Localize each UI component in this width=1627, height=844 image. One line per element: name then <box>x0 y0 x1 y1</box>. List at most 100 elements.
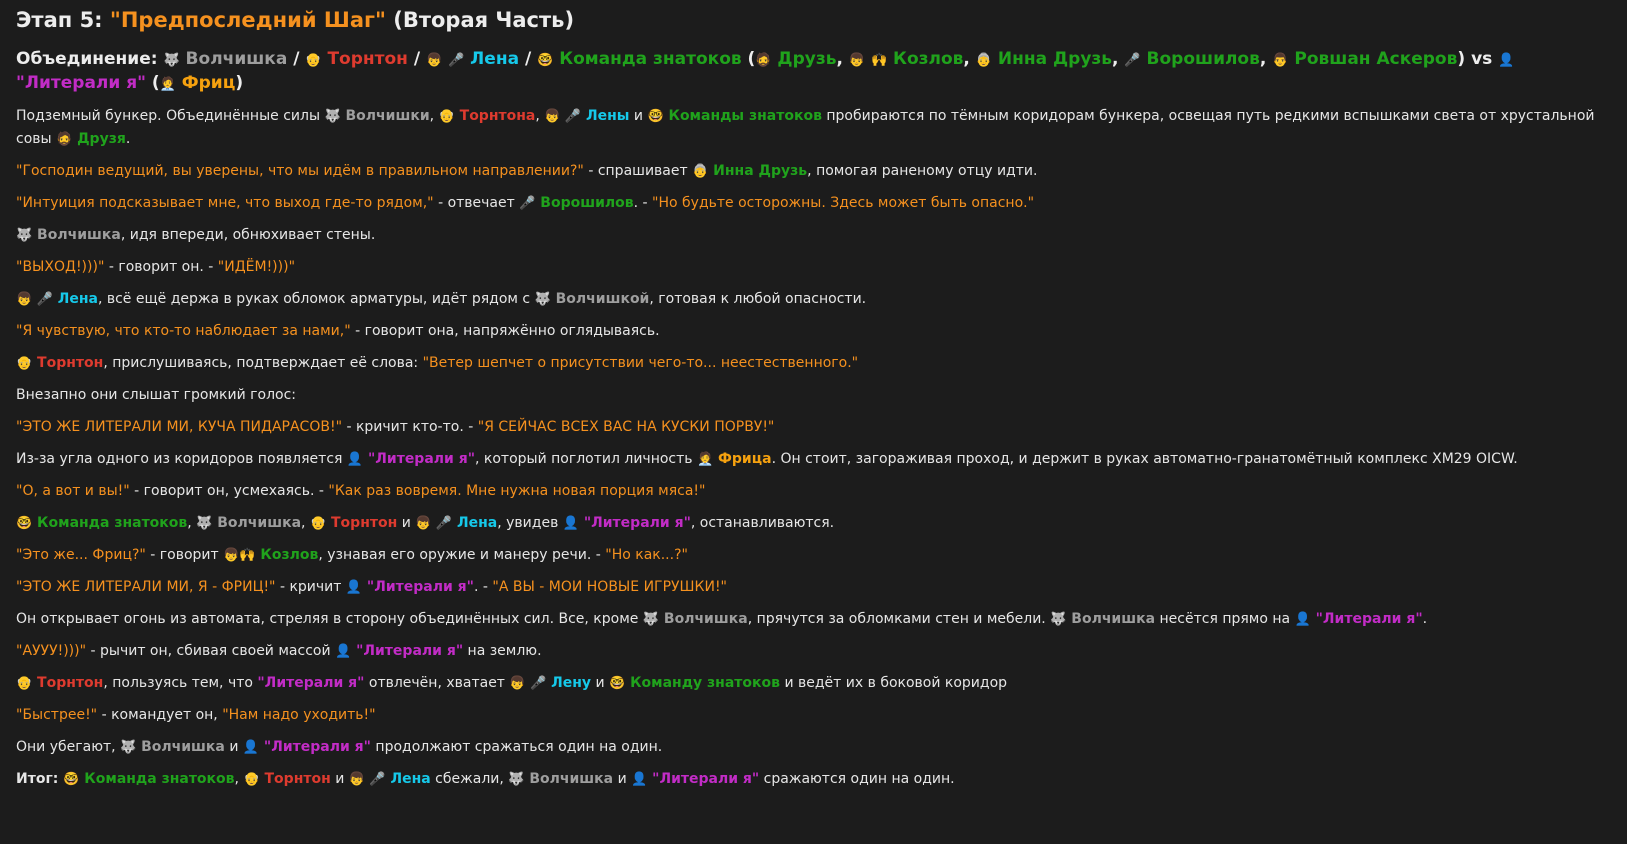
narration-text: - кричит <box>275 579 346 595</box>
thornton-icon: 👴 <box>309 516 327 531</box>
quote-text: "Как раз вовремя. Мне нужна новая порция… <box>328 483 706 499</box>
bust-silhouette-icon: 👤 <box>242 740 260 755</box>
narration-text: сбежали, <box>430 771 509 787</box>
narration-text: Он открывает огонь из автомата, стреляя … <box>16 611 643 627</box>
narration-text: - говорит <box>145 547 224 563</box>
story-paragraph: "Это же... Фриц?" - говорит 👦🙌 Козлов, у… <box>16 544 1611 567</box>
story-paragraph: "Господин ведущий, вы уверены, что мы ид… <box>16 160 1611 183</box>
narration-text: , <box>963 49 976 69</box>
character-name: Ровшан Аскеров <box>1288 49 1458 69</box>
man-icon: 👨 <box>1272 53 1289 68</box>
nerd-face-icon: 🤓 <box>647 109 664 124</box>
character-name: Фриц <box>175 73 236 93</box>
narration-text: Подземный бункер. Объединённые силы <box>16 108 325 124</box>
boy-icon: 👦 <box>16 292 33 307</box>
character-name: Ворошилов <box>1140 49 1260 69</box>
character-name: Волчишка <box>32 227 121 243</box>
quote-text: "ИДЁМ!)))" <box>217 259 296 275</box>
character-name: Торнтон <box>32 675 104 691</box>
microphone-icon: 🎤 <box>36 292 53 307</box>
story-paragraph: "ВЫХОД!)))" - говорит он. - "ИДЁМ!)))" <box>16 256 1611 279</box>
thornton-icon: 👴 <box>305 53 322 68</box>
narration-text: сражаются один на один. <box>759 771 955 787</box>
wolf-icon: 🐺 <box>508 772 525 787</box>
character-name: Друзя <box>72 131 126 147</box>
bust-silhouette-icon: 👤 <box>562 516 579 531</box>
narration-text: Итог: <box>16 771 64 787</box>
microphone-icon: 🎤 <box>369 772 386 787</box>
narration-text: , <box>1259 49 1273 69</box>
character-name: Лены <box>581 108 630 124</box>
narration-text: несётся прямо на <box>1155 611 1295 627</box>
character-name: Торнтон <box>259 771 331 787</box>
quote-text: "Нам надо уходить!" <box>222 707 376 723</box>
narration-text: на землю. <box>463 643 542 659</box>
character-name: "Литерали я" <box>257 675 365 691</box>
old-woman-icon: 👵 <box>692 164 709 179</box>
boy-icon: 👦 <box>509 676 526 691</box>
microphone-icon: 🎤 <box>530 676 547 691</box>
character-name: Инна Друзь <box>708 163 808 179</box>
wolf-icon: 🐺 <box>534 292 551 307</box>
narration-text: - отвечает <box>433 195 520 211</box>
boy-icon: 👦 <box>848 53 866 68</box>
narration-text: , всё ещё держа в руках обломок арматуры… <box>97 291 535 307</box>
narration-text: , который поглотил личность <box>475 451 697 467</box>
narration-text: . - <box>473 579 493 595</box>
character-name: Лена <box>52 291 98 307</box>
character-name: "Литерали я" <box>578 515 691 531</box>
narration-text: , <box>836 49 849 69</box>
character-name: Команда знатоков <box>553 49 742 69</box>
document: Этап 5: "Предпоследний Шаг" (Вторая Част… <box>0 0 1627 791</box>
narration-text: - спрашивает <box>583 163 693 179</box>
character-name: "Литерали я" <box>259 739 371 755</box>
character-name: Команды знатоков <box>663 108 822 124</box>
narration-text: / <box>407 49 426 69</box>
wolf-icon: 🐺 <box>642 612 660 627</box>
quote-text: "АУУУ!)))" <box>16 643 87 659</box>
old-woman-icon: 👵 <box>975 53 992 68</box>
story-paragraph: Внезапно они слышат громкий голос: <box>16 384 1611 407</box>
narration-text: Внезапно они слышат громкий голос: <box>16 387 296 403</box>
character-name: "Литерали я" <box>363 451 475 467</box>
thornton-icon: 👴 <box>16 356 33 371</box>
union-line: Объединение: 🐺 Волчишка / 👴 Торнтон / 👦 … <box>16 48 1611 96</box>
office-worker-icon: 🧑‍💼 <box>159 77 176 92</box>
story-body: Объединение: 🐺 Волчишка / 👴 Торнтон / 👦 … <box>16 48 1611 791</box>
narration-text: , прислушиваясь, подтверждает её слова: <box>103 355 423 371</box>
story-paragraph: 👴 Торнтон, пользуясь тем, что "Литерали … <box>16 672 1611 695</box>
narration-text: и <box>591 675 610 691</box>
story-paragraph: Они убегают, 🐺 Волчишка и 👤 "Литерали я"… <box>16 736 1611 759</box>
character-name: Лену <box>546 675 592 691</box>
microphone-icon: 🎤 <box>519 196 536 211</box>
narration-text: и <box>330 771 349 787</box>
character-name: Команда знатоков <box>32 515 188 531</box>
narration-text: и <box>224 739 243 755</box>
bearded-man-icon: 🧔 <box>56 132 73 147</box>
story-paragraph: 🐺 Волчишка, идя впереди, обнюхивает стен… <box>16 224 1611 247</box>
story-paragraph: 🤓 Команда знатоков, 🐺 Волчишка, 👴 Торнто… <box>16 512 1611 535</box>
narration-text: , <box>187 515 197 531</box>
character-name: Инна Друзь <box>991 49 1113 69</box>
narration-text: , <box>535 108 545 124</box>
narration-text: - командует он, <box>97 707 223 723</box>
character-name: "Литерали я" <box>647 771 760 787</box>
narration-text: - говорит он. - <box>104 259 218 275</box>
narration-text: , идя впереди, обнюхивает стены. <box>120 227 376 243</box>
wolf-icon: 🐺 <box>324 109 341 124</box>
character-name: Команда знатоков <box>79 771 235 787</box>
narration-text: ( <box>145 73 160 93</box>
character-name: Ворошилов <box>535 195 634 211</box>
character-name: "Литерали я" <box>1310 611 1423 627</box>
raised-hands-icon: 🙌 <box>239 548 256 563</box>
